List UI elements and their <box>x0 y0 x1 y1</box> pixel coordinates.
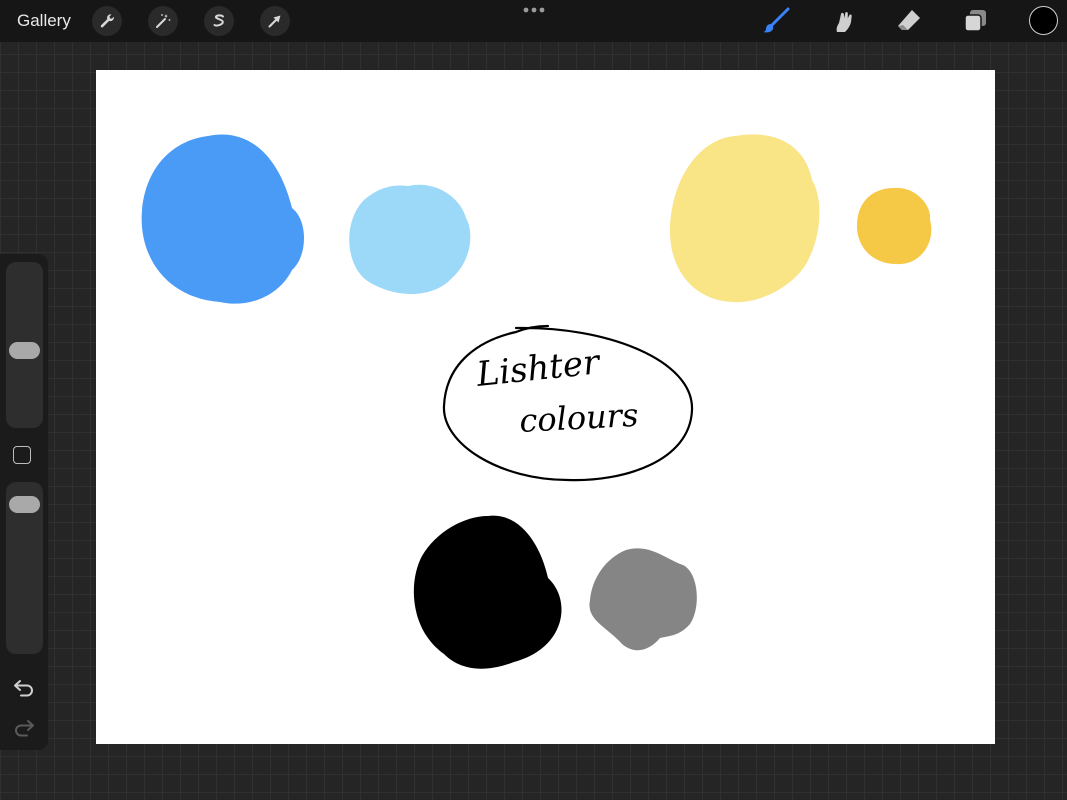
layers-icon <box>964 10 986 32</box>
blue-swatch <box>141 134 304 304</box>
smudge-icon <box>836 11 852 32</box>
transform-button[interactable] <box>260 6 290 36</box>
light-yellow-swatch <box>670 134 820 303</box>
handwriting-line-1: Lishter <box>474 342 603 395</box>
brush-icon <box>763 7 790 33</box>
yellow-swatch <box>856 187 932 265</box>
magic-wand-icon <box>156 14 171 28</box>
left-sidebar <box>0 254 48 750</box>
redo-icon[interactable] <box>12 716 36 738</box>
light-blue-swatch <box>349 184 471 294</box>
eraser-tool-button[interactable] <box>893 5 925 37</box>
top-toolbar: Gallery <box>0 0 1067 42</box>
adjustments-button[interactable] <box>148 6 178 36</box>
more-options-icon[interactable] <box>522 6 546 16</box>
grey-swatch <box>589 548 697 651</box>
brush-size-thumb[interactable] <box>9 342 40 359</box>
selection-button[interactable] <box>204 6 234 36</box>
drawing-canvas[interactable]: Lishter colours <box>96 70 995 744</box>
black-swatch <box>413 515 562 669</box>
selection-s-icon <box>213 14 224 27</box>
transform-arrow-icon <box>268 15 281 28</box>
actions-button[interactable] <box>92 6 122 36</box>
brush-tool-button[interactable] <box>760 5 792 37</box>
wrench-icon <box>100 14 114 28</box>
handwriting-line-2: colours <box>518 396 639 440</box>
modifier-button[interactable] <box>13 446 31 464</box>
undo-icon[interactable] <box>12 676 36 698</box>
opacity-thumb[interactable] <box>9 496 40 513</box>
layers-button[interactable] <box>959 5 991 37</box>
gallery-button[interactable]: Gallery <box>17 11 71 31</box>
canvas-artwork: Lishter colours <box>141 134 932 669</box>
color-picker-button[interactable] <box>1029 6 1058 35</box>
smudge-tool-button[interactable] <box>826 5 858 37</box>
eraser-icon <box>898 10 920 30</box>
